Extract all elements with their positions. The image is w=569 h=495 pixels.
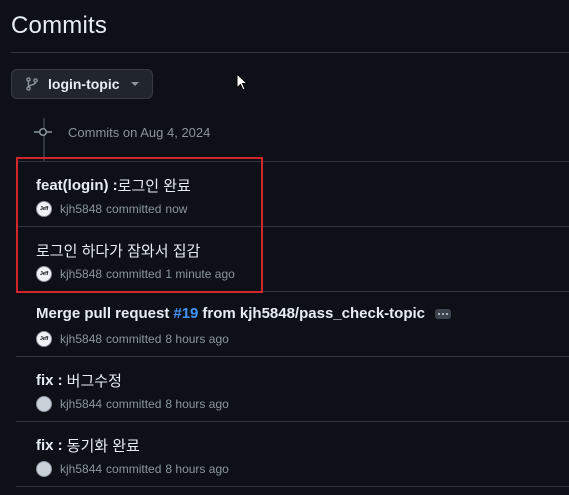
commit-group-date: Commits on Aug 4, 2024 xyxy=(68,125,211,140)
git-commit-icon xyxy=(34,127,52,137)
commit-meta: Jeff kjh5848 committed 8 hours ago xyxy=(36,331,229,347)
commit-row: feat(login) : 로그인 완료 Jeff kjh5848 commit… xyxy=(16,162,569,227)
commit-row: fix : 버그수정 kjh5844 committed 8 hours ago xyxy=(16,357,569,422)
commit-message-text: 동기화 완료 xyxy=(66,438,140,455)
avatar[interactable] xyxy=(36,461,52,477)
commit-row: Merge pull request #19 from kjh5848/pass… xyxy=(16,292,569,357)
commit-message-bold: fix : xyxy=(36,437,63,454)
git-branch-icon xyxy=(24,76,40,92)
commit-author-link[interactable]: kjh5848 xyxy=(60,332,102,346)
avatar-text: Jeff xyxy=(39,336,49,342)
commit-message-bold: fix : xyxy=(36,372,63,389)
avatar[interactable] xyxy=(36,396,52,412)
commit-message-link[interactable]: fix : 동기화 완료 xyxy=(36,435,140,456)
commit-verb: committed xyxy=(106,267,162,281)
commit-author-link[interactable]: kjh5844 xyxy=(60,462,102,476)
expand-message-button[interactable] xyxy=(435,308,451,319)
commit-message-link[interactable]: fix : 버그수정 xyxy=(36,370,122,391)
commit-message-text: 버그수정 xyxy=(66,373,122,390)
commit-author-link[interactable]: kjh5848 xyxy=(60,202,102,216)
commit-time: 8 hours ago xyxy=(165,397,229,411)
commit-author-link[interactable]: kjh5844 xyxy=(60,397,102,411)
commit-message-link[interactable]: feat(login) : 로그인 완료 xyxy=(36,175,191,196)
commit-list: feat(login) : 로그인 완료 Jeff kjh5848 commit… xyxy=(16,161,569,487)
avatar-text: Jeff xyxy=(39,206,49,212)
commit-verb: committed xyxy=(106,462,162,476)
commit-time: 8 hours ago xyxy=(165,462,229,476)
commit-row: fix : 동기화 완료 kjh5844 committed 8 hours a… xyxy=(16,422,569,487)
commit-time: 1 minute ago xyxy=(165,267,235,281)
avatar[interactable]: Jeff xyxy=(36,266,52,282)
pull-request-link[interactable]: #19 xyxy=(173,305,198,322)
branch-select-button[interactable]: login-topic xyxy=(11,69,153,99)
commit-author-link[interactable]: kjh5848 xyxy=(60,267,102,281)
commit-message-link[interactable]: Merge pull request #19 from kjh5848/pass… xyxy=(36,305,451,322)
mouse-cursor-icon xyxy=(236,73,248,91)
commit-meta: kjh5844 committed 8 hours ago xyxy=(36,396,229,412)
page-title: Commits xyxy=(11,12,108,39)
ellipsis-dot xyxy=(446,312,448,315)
avatar-text: Jeff xyxy=(39,271,49,277)
commit-verb: committed xyxy=(106,202,162,216)
avatar[interactable]: Jeff xyxy=(36,331,52,347)
commit-meta: kjh5844 committed 8 hours ago xyxy=(36,461,229,477)
commit-message-suffix: from kjh5848/pass_check-topic xyxy=(202,305,425,322)
commit-message-bold: feat(login) : xyxy=(36,177,118,194)
commit-verb: committed xyxy=(106,397,162,411)
commit-verb: committed xyxy=(106,332,162,346)
commit-message-text: 로그인 하다가 잠와서 집감 xyxy=(36,243,201,260)
branch-name: login-topic xyxy=(48,76,120,92)
commit-meta: Jeff kjh5848 committed 1 minute ago xyxy=(36,266,235,282)
ellipsis-dot xyxy=(438,312,440,315)
title-divider xyxy=(11,52,569,53)
commit-meta: Jeff kjh5848 committed now xyxy=(36,201,187,217)
commit-message-prefix: Merge pull request xyxy=(36,305,170,322)
ellipsis-dot xyxy=(442,312,444,315)
chevron-down-icon xyxy=(130,82,139,86)
commit-message-text: 로그인 완료 xyxy=(117,178,191,195)
commit-message-link[interactable]: 로그인 하다가 잠와서 집감 xyxy=(36,240,200,261)
commit-time: now xyxy=(165,202,188,216)
commit-row: 로그인 하다가 잠와서 집감 Jeff kjh5848 committed 1 … xyxy=(16,227,569,292)
avatar[interactable]: Jeff xyxy=(36,201,52,217)
commit-time: 8 hours ago xyxy=(165,332,229,346)
